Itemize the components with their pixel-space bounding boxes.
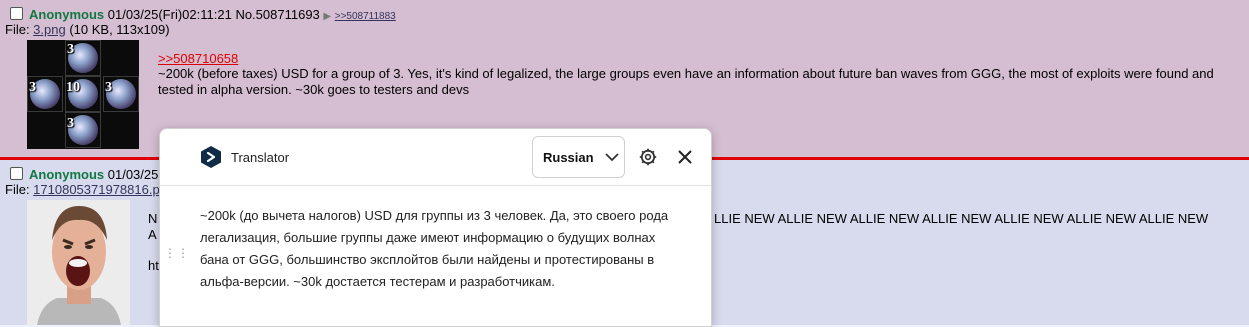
post-message: LLIE NEW ALLIE NEW ALLIE NEW ALLIE NEW A… [714, 211, 1209, 226]
post-message-fragment: N [148, 211, 158, 226]
post-message: ~200k (before taxes) USD for a group of … [158, 66, 1214, 97]
yelling-man-photo [27, 200, 130, 325]
post-number[interactable]: No.508711693 [235, 7, 319, 22]
post-message-fragment: A [148, 227, 157, 242]
file-label: File: [5, 22, 34, 37]
post-select-checkbox[interactable] [10, 7, 23, 20]
chevron-down-icon [605, 150, 619, 167]
file-info: File: 1710805371978816.p [5, 182, 160, 197]
stack-count: 3 [29, 80, 36, 95]
stack-count: 10 [66, 80, 80, 95]
file-thumbnail[interactable]: 3 3 10 3 3 [27, 40, 139, 149]
translator-header: Translator Russian [160, 129, 711, 186]
translated-text: ~200k (до вычета налогов) USD для группы… [200, 208, 669, 289]
post-datetime: 01/03/25(Fri)02:11:21 [107, 7, 232, 22]
close-icon[interactable] [676, 148, 694, 169]
stack-count: 3 [105, 80, 112, 95]
file-label: File: [5, 182, 34, 197]
quote-link[interactable]: >>508710658 [158, 51, 238, 66]
translator-title: Translator [231, 150, 290, 165]
post-menu-arrow-icon[interactable]: ▶ [323, 11, 331, 22]
target-language-select[interactable]: Russian [532, 136, 625, 178]
translator-logo-icon [200, 145, 222, 172]
drag-handle-icon[interactable]: ⋮⋮ [164, 247, 190, 259]
file-thumbnail[interactable] [27, 200, 130, 325]
stack-count: 3 [67, 42, 74, 57]
settings-gear-icon[interactable] [639, 148, 657, 169]
target-language-label: Russian [543, 150, 594, 165]
file-link[interactable]: 1710805371978816.p [33, 182, 160, 197]
post-header: Anonymous 01/03/25 [29, 167, 158, 182]
backlink[interactable]: >>508711883 [335, 11, 396, 22]
post-datetime: 01/03/25 [107, 167, 159, 182]
poster-name: Anonymous [29, 167, 105, 182]
poster-name: Anonymous [29, 7, 105, 22]
file-info: File: 3.png (10 KB, 113x109) [5, 22, 170, 37]
file-meta: (10 KB, 113x109) [65, 22, 170, 37]
post-select-checkbox[interactable] [10, 167, 23, 180]
translator-popup: Translator Russian ⋮⋮ ~200k (до вычета н… [159, 128, 712, 327]
file-link[interactable]: 3.png [33, 22, 66, 37]
post-message-fragment: ht [148, 258, 159, 273]
post-header: Anonymous 01/03/25(Fri)02:11:21 No.50871… [29, 7, 396, 22]
stack-count: 3 [67, 116, 74, 131]
